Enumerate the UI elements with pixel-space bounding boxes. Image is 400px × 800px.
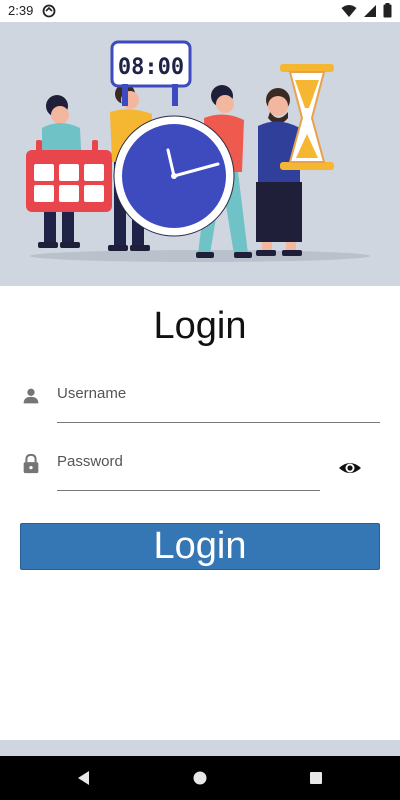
- signal-icon: [364, 4, 376, 17]
- timer-text: 08:00: [118, 55, 184, 80]
- username-field[interactable]: Username: [20, 375, 380, 423]
- password-placeholder: Password: [57, 453, 123, 470]
- password-field[interactable]: Password: [20, 443, 380, 491]
- battery-icon: [383, 3, 392, 18]
- calendar-illustration: [26, 140, 112, 212]
- status-time: 2:39: [8, 3, 34, 18]
- recent-apps-icon[interactable]: [306, 768, 326, 788]
- digital-timer-illustration: 08:00: [110, 40, 192, 106]
- eye-icon[interactable]: [338, 456, 362, 480]
- navigation-bar: [0, 756, 400, 800]
- person-icon: [23, 388, 39, 404]
- status-indicators: [341, 3, 392, 18]
- password-underline: [57, 490, 320, 491]
- wifi-icon: [341, 4, 357, 17]
- login-button[interactable]: Login: [20, 523, 380, 570]
- back-icon[interactable]: [74, 768, 94, 788]
- person-right-illustration: [256, 88, 302, 256]
- sync-icon: [42, 4, 56, 18]
- home-icon[interactable]: [190, 768, 210, 788]
- bottom-banner: [0, 740, 400, 756]
- page-title: Login: [153, 305, 247, 347]
- hero-illustration: 08:00: [0, 22, 400, 286]
- lock-icon: [23, 453, 39, 474]
- status-bar: 2:39: [0, 0, 400, 22]
- username-underline: [57, 422, 380, 423]
- team-time-illustration: 08:00: [26, 40, 370, 262]
- clock-illustration: [113, 115, 235, 237]
- username-placeholder: Username: [57, 385, 127, 402]
